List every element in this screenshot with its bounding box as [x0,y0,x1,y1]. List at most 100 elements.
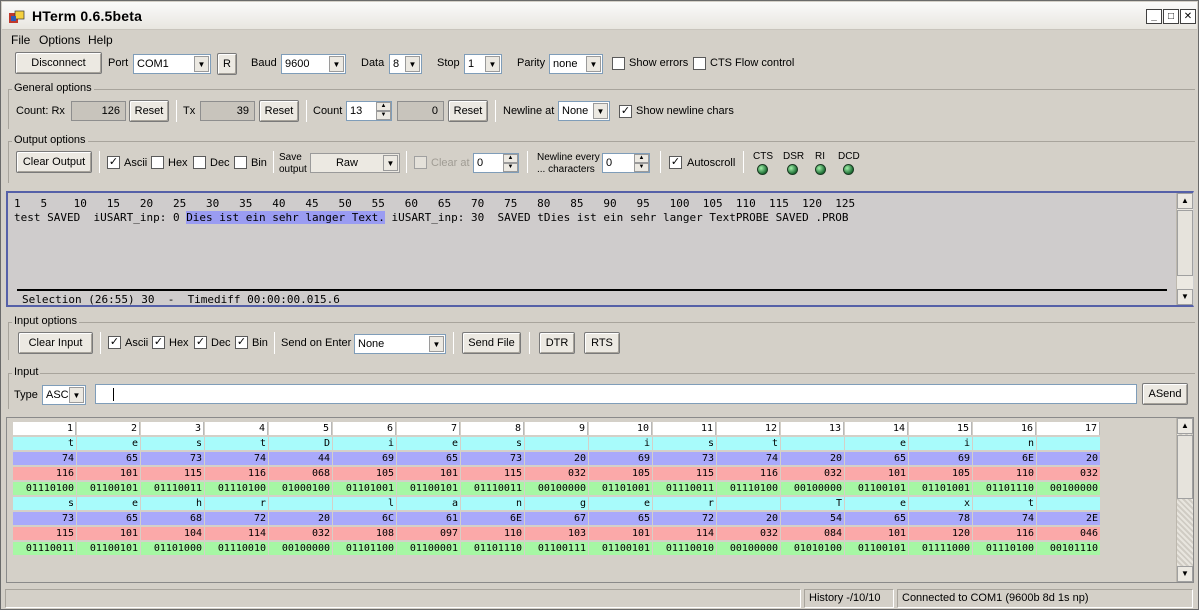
grid-dec-cell[interactable]: 101 [589,527,652,540]
baud-select[interactable]: 9600 ▼ [281,54,346,74]
grid-ascii-cell[interactable]: t [13,437,76,450]
grid-ascii-cell[interactable]: a [397,497,460,510]
grid-index-cell[interactable]: 12 [717,422,780,435]
output-hex-checkbox[interactable] [151,156,164,169]
grid-ascii-cell[interactable]: t [717,437,780,450]
grid-hex-cell[interactable]: 6E [973,452,1036,465]
grid-ascii-cell[interactable]: s [461,437,524,450]
output-ascii-checkbox[interactable]: ✓ [107,156,120,169]
grid-bin-cell[interactable]: 01100101 [77,482,140,495]
grid-dec-cell[interactable]: 116 [973,527,1036,540]
grid-dec-cell[interactable]: 032 [525,467,588,480]
send-on-enter-select[interactable]: None ▼ [354,334,446,354]
grid-ascii-cell[interactable] [1037,437,1100,450]
show-errors-checkbox[interactable] [612,57,625,70]
grid-bin-cell[interactable]: 01110100 [205,482,268,495]
grid-ascii-cell[interactable]: s [653,437,716,450]
send-file-button[interactable]: Send File [462,332,521,354]
grid-index-cell[interactable]: 14 [845,422,908,435]
grid-dec-cell[interactable]: 101 [845,467,908,480]
data-bits-select[interactable]: 8 ▼ [389,54,422,74]
grid-index-cell[interactable]: 7 [397,422,460,435]
received-output-area[interactable]: 1 5 10 15 20 25 30 35 40 45 50 55 60 65 … [6,191,1194,307]
grid-bin-cell[interactable]: 00101110 [1037,542,1100,555]
grid-bin-cell[interactable]: 01110011 [13,542,76,555]
grid-index-cell[interactable]: 3 [141,422,204,435]
grid-ascii-cell[interactable]: r [205,497,268,510]
grid-hex-cell[interactable]: 20 [1037,452,1100,465]
save-output-select[interactable]: Raw ▼ [310,153,400,173]
grid-ascii-cell[interactable]: g [525,497,588,510]
grid-ascii-cell[interactable]: e [77,437,140,450]
menu-options[interactable]: Options [39,33,80,47]
rx-reset-button[interactable]: Reset [129,100,169,122]
newline-at-select[interactable]: None ▼ [558,101,610,121]
dtr-button[interactable]: DTR [539,332,575,354]
grid-dec-cell[interactable]: 101 [77,527,140,540]
spin-up-icon[interactable]: ▲ [634,154,649,163]
grid-ascii-cell[interactable]: e [845,437,908,450]
scroll-thumb[interactable] [1177,210,1193,276]
grid-hex-cell[interactable]: 2E [1037,512,1100,525]
grid-hex-cell[interactable]: 54 [781,512,844,525]
grid-dec-cell[interactable]: 116 [205,467,268,480]
grid-ascii-cell[interactable]: n [461,497,524,510]
grid-bin-cell[interactable]: 01100111 [525,542,588,555]
grid-hex-cell[interactable]: 73 [461,452,524,465]
grid-bin-cell[interactable]: 01110011 [653,482,716,495]
grid-hex-cell[interactable]: 65 [845,512,908,525]
grid-bin-cell[interactable]: 00100000 [717,542,780,555]
grid-hex-cell[interactable]: 65 [397,452,460,465]
grid-ascii-cell[interactable]: e [77,497,140,510]
grid-bin-cell[interactable]: 01000100 [269,482,332,495]
grid-bin-cell[interactable]: 01110010 [205,542,268,555]
grid-bin-cell[interactable]: 01100001 [397,542,460,555]
stop-bits-select[interactable]: 1 ▼ [464,54,502,74]
parity-select[interactable]: none ▼ [549,54,603,74]
grid-ascii-cell[interactable]: s [141,437,204,450]
grid-dec-cell[interactable]: 097 [397,527,460,540]
grid-dec-cell[interactable]: 108 [333,527,396,540]
disconnect-button[interactable]: Disconnect [15,52,102,74]
output-dec-checkbox[interactable] [193,156,206,169]
clear-at-checkbox[interactable] [414,156,427,169]
grid-hex-cell[interactable]: 44 [269,452,332,465]
grid-bin-cell[interactable]: 01110100 [973,542,1036,555]
scroll-thumb[interactable] [1177,435,1193,499]
grid-hex-cell[interactable]: 69 [589,452,652,465]
grid-dec-cell[interactable]: 120 [909,527,972,540]
spin-up-icon[interactable]: ▲ [376,102,391,111]
grid-index-cell[interactable]: 9 [525,422,588,435]
grid-dec-cell[interactable]: 104 [141,527,204,540]
grid-hex-cell[interactable]: 74 [717,452,780,465]
grid-hex-cell[interactable]: 61 [397,512,460,525]
grid-hex-cell[interactable]: 73 [653,452,716,465]
menu-help[interactable]: Help [88,33,113,47]
grid-hex-cell[interactable]: 72 [205,512,268,525]
grid-dec-cell[interactable]: 114 [653,527,716,540]
grid-dec-cell[interactable]: 068 [269,467,332,480]
grid-dec-cell[interactable]: 103 [525,527,588,540]
grid-dec-cell[interactable]: 032 [781,467,844,480]
grid-ascii-cell[interactable]: i [909,437,972,450]
grid-dec-cell[interactable]: 105 [333,467,396,480]
grid-hex-cell[interactable]: 73 [13,512,76,525]
clear-at-spinner[interactable]: 0 ▲ ▼ [473,153,519,173]
grid-dec-cell[interactable]: 084 [781,527,844,540]
grid-hex-cell[interactable]: 67 [525,512,588,525]
grid-index-cell[interactable]: 11 [653,422,716,435]
grid-ascii-cell[interactable]: x [909,497,972,510]
input-type-select[interactable]: ASC ▼ [42,385,86,405]
grid-bin-cell[interactable]: 01101001 [333,482,396,495]
input-bin-checkbox[interactable]: ✓ [235,336,248,349]
grid-bin-cell[interactable]: 01101110 [973,482,1036,495]
grid-hex-cell[interactable]: 20 [717,512,780,525]
grid-index-cell[interactable]: 8 [461,422,524,435]
grid-hex-cell[interactable]: 6C [333,512,396,525]
grid-bin-cell[interactable]: 01110100 [13,482,76,495]
show-newline-checkbox[interactable]: ✓ [619,105,632,118]
grid-bin-cell[interactable]: 01110011 [141,482,204,495]
grid-bin-cell[interactable]: 00100000 [781,482,844,495]
grid-bin-cell[interactable]: 01101000 [141,542,204,555]
menu-file[interactable]: File [11,33,30,47]
